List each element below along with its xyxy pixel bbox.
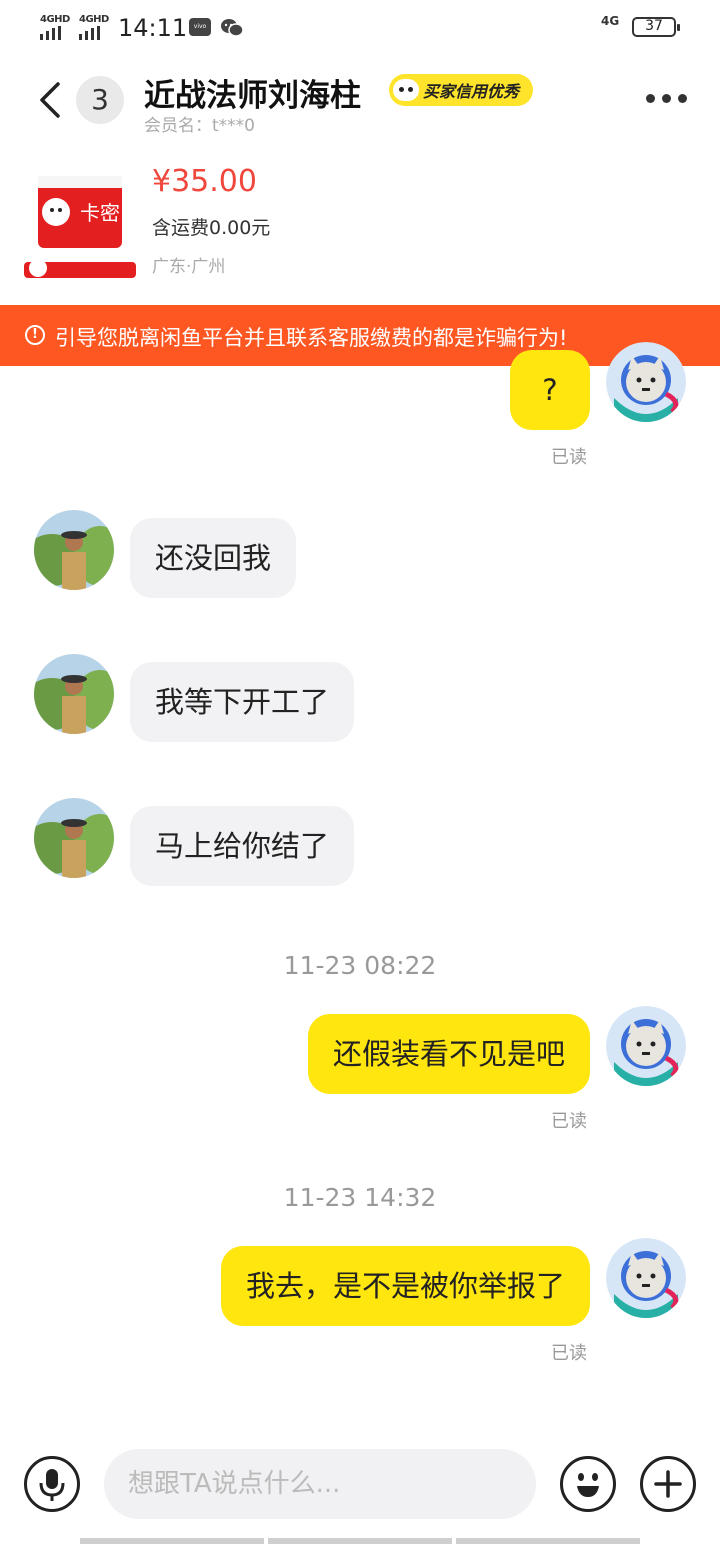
clock: 14:11 xyxy=(118,14,188,42)
fish-face-icon xyxy=(393,79,419,101)
my-avatar[interactable] xyxy=(606,1238,686,1322)
message-bubble-received[interactable]: 马上给你结了 xyxy=(130,806,355,886)
read-receipt: 已读 xyxy=(551,1111,587,1132)
product-location: 广东·广州 xyxy=(152,257,226,277)
message-bubble-received[interactable]: 我等下开工了 xyxy=(130,662,355,742)
message-timestamp: 11-23 14:32 xyxy=(283,1183,437,1212)
message-bubble-sent[interactable]: ? xyxy=(510,350,590,430)
read-receipt: 已读 xyxy=(551,447,587,468)
credit-badge-label: 买家信用优秀 xyxy=(423,82,520,101)
signal-label: 4GHD xyxy=(40,14,70,25)
contact-avatar[interactable] xyxy=(22,510,126,594)
status-bar: 4GHD 4GHD 14:11 vivo 4G 37 xyxy=(0,0,720,56)
signal-label: 4GHD xyxy=(79,14,109,25)
battery-icon: 37 xyxy=(632,17,680,37)
read-receipt: 已读 xyxy=(551,1343,587,1364)
cat-avatar-icon xyxy=(606,1006,686,1086)
more-actions-button[interactable] xyxy=(640,1456,696,1512)
unread-count-badge[interactable]: 3 xyxy=(76,76,124,124)
my-avatar[interactable] xyxy=(606,1006,686,1090)
message-input[interactable] xyxy=(104,1449,536,1519)
vivo-icon: vivo xyxy=(189,18,211,36)
back-icon[interactable] xyxy=(34,80,74,120)
smiley-icon xyxy=(577,1473,599,1497)
plus-icon xyxy=(654,1470,682,1498)
emoji-button[interactable] xyxy=(560,1456,616,1512)
person-avatar-icon xyxy=(22,654,126,734)
message-bubble-received[interactable]: 还没回我 xyxy=(130,518,297,598)
cat-avatar-icon xyxy=(606,1238,686,1318)
person-avatar-icon xyxy=(22,510,126,590)
shipping-info: 含运费0.00元 xyxy=(152,217,271,239)
product-thumbnail[interactable]: 卡密 xyxy=(24,168,136,280)
message-bubble-sent[interactable]: 还假装看不见是吧 xyxy=(307,1014,590,1094)
network-label: 4G xyxy=(601,14,620,28)
chat-title: 近战法师刘海柱 xyxy=(144,78,361,114)
credit-badge[interactable]: 买家信用优秀 xyxy=(389,74,534,106)
voice-button[interactable] xyxy=(24,1456,80,1512)
microphone-icon xyxy=(39,1469,65,1501)
thumb-label: 卡密 xyxy=(80,201,120,225)
member-name: 会员名：t***0 xyxy=(144,116,255,136)
my-avatar[interactable] xyxy=(606,342,686,426)
message-bubble-sent[interactable]: 我去，是不是被你举报了 xyxy=(220,1246,590,1326)
message-timestamp: 11-23 08:22 xyxy=(283,951,437,980)
contact-avatar[interactable] xyxy=(22,654,126,738)
warning-text: 引导您脱离闲鱼平台并且联系客服缴费的都是诈骗行为! xyxy=(55,326,568,350)
more-options-icon[interactable] xyxy=(646,94,687,103)
cat-avatar-icon xyxy=(606,342,686,422)
gesture-bar xyxy=(80,1538,640,1544)
battery-level: 37 xyxy=(645,18,663,34)
person-avatar-icon xyxy=(22,798,126,878)
wechat-icon xyxy=(221,19,244,37)
exclamation-icon: ! xyxy=(25,325,45,345)
product-price: ¥35.00 xyxy=(152,164,257,199)
contact-avatar[interactable] xyxy=(22,798,126,882)
